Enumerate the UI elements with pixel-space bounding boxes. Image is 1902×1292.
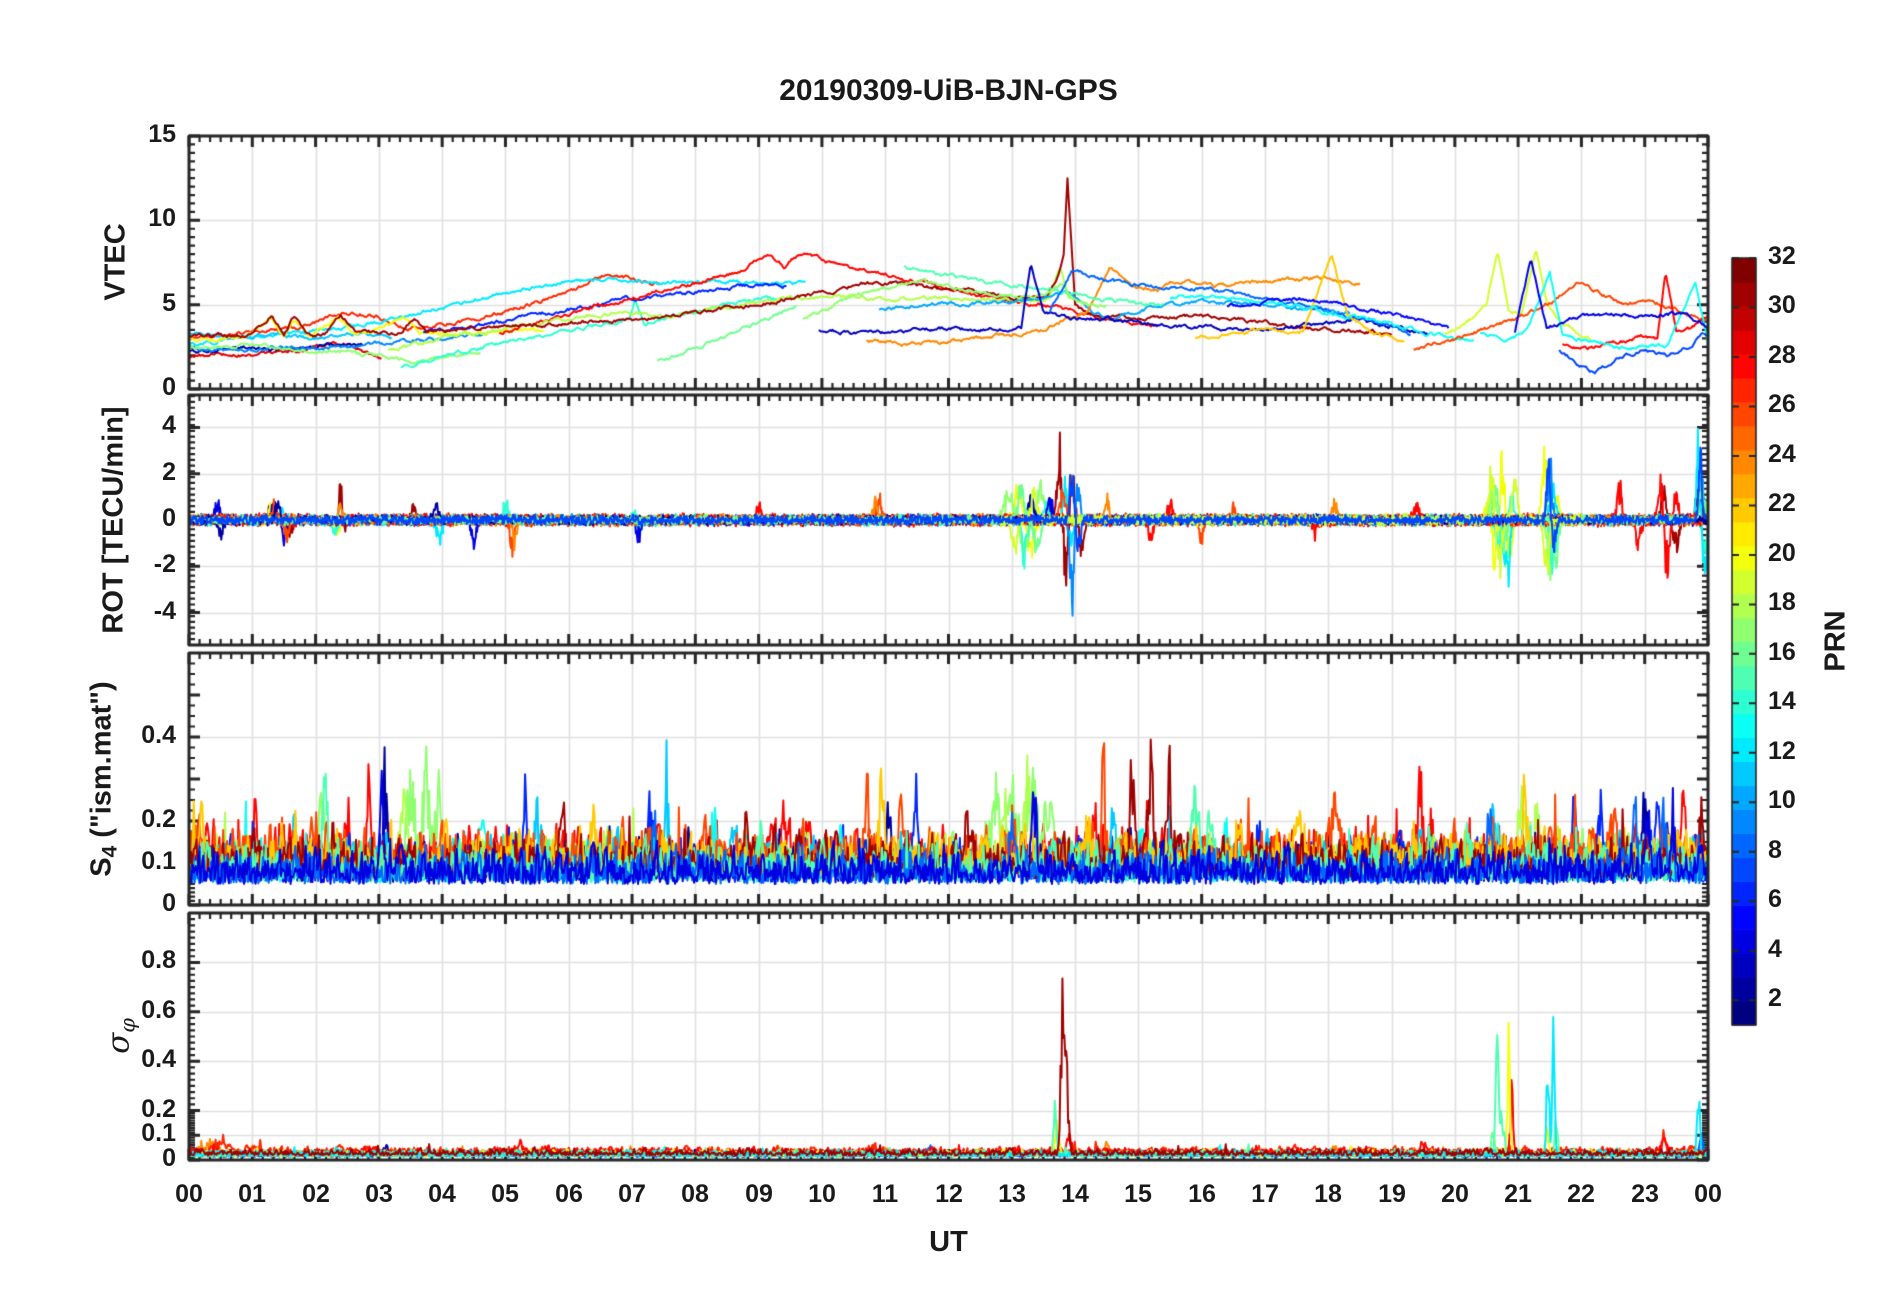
colorbar-tick-label: 8: [1768, 836, 1782, 864]
colorbar-tick-label: 20: [1768, 539, 1796, 567]
x-tick-label: 17: [1251, 1180, 1279, 1208]
colorbar-tick-label: 10: [1768, 786, 1796, 814]
x-tick-label: 09: [745, 1180, 773, 1208]
x-tick-label: 18: [1314, 1180, 1342, 1208]
y-tick-label: 0.2: [141, 1095, 176, 1123]
x-tick-label: 01: [238, 1180, 266, 1208]
x-tick-label: 23: [1631, 1180, 1659, 1208]
colorbar-tick-label: 18: [1768, 588, 1796, 616]
x-tick-label: 21: [1504, 1180, 1532, 1208]
plot-canvas: [0, 0, 1902, 1292]
y-tick-label: 0.6: [141, 996, 176, 1024]
colorbar-tick-label: 28: [1768, 341, 1796, 369]
x-tick-label: 08: [681, 1180, 709, 1208]
colorbar-tick-label: 26: [1768, 390, 1796, 418]
x-tick-label: 19: [1378, 1180, 1406, 1208]
y-tick-label: -2: [153, 550, 176, 578]
colorbar-tick-label: 30: [1768, 291, 1796, 319]
x-tick-label: 04: [428, 1180, 456, 1208]
y-tick-label: 0.8: [141, 946, 176, 974]
y-tick-label: 5: [162, 289, 176, 317]
xlabel: UT: [929, 1226, 968, 1258]
x-tick-label: 03: [365, 1180, 393, 1208]
x-tick-label: 14: [1061, 1180, 1089, 1208]
y-tick-label: 0: [162, 373, 176, 401]
colorbar-tick-label: 6: [1768, 885, 1782, 913]
x-tick-label: 06: [555, 1180, 583, 1208]
x-tick-label: 12: [935, 1180, 963, 1208]
colorbar-tick-label: 2: [1768, 984, 1782, 1012]
y-tick-label: 10: [148, 204, 176, 232]
x-tick-label: 20: [1441, 1180, 1469, 1208]
y-tick-label: 0: [162, 504, 176, 532]
x-tick-label: 05: [491, 1180, 519, 1208]
y-tick-label: 0.4: [141, 721, 176, 749]
x-tick-label: 00: [175, 1180, 203, 1208]
colorbar-tick-label: 16: [1768, 638, 1796, 666]
y-tick-label: 0.1: [141, 847, 176, 875]
x-tick-label: 11: [871, 1180, 899, 1208]
y-tick-label: 0: [162, 1144, 176, 1172]
y-tick-label: -4: [153, 597, 176, 625]
y-tick-label: 4: [162, 411, 176, 439]
y-tick-label: 15: [148, 120, 176, 148]
x-tick-label: 02: [302, 1180, 330, 1208]
x-tick-label: 07: [618, 1180, 646, 1208]
x-tick-label: 00: [1694, 1180, 1722, 1208]
y-tick-label: 0.4: [141, 1045, 176, 1073]
x-tick-label: 10: [808, 1180, 836, 1208]
colorbar-label: PRN: [1819, 610, 1852, 672]
colorbar-tick-label: 14: [1768, 687, 1796, 715]
x-tick-label: 16: [1188, 1180, 1216, 1208]
y-tick-label: 0: [162, 889, 176, 917]
chart-title: 20190309-UiB-BJN-GPS: [779, 74, 1118, 107]
figure: 20190309-UiB-BJN-GPS VTEC ROT [TECU/min]…: [0, 0, 1902, 1292]
x-tick-label: 22: [1567, 1180, 1595, 1208]
x-tick-label: 15: [1124, 1180, 1152, 1208]
colorbar-tick-label: 24: [1768, 440, 1796, 468]
colorbar-tick-label: 12: [1768, 737, 1796, 765]
x-tick-label: 13: [998, 1180, 1026, 1208]
y-tick-label: 2: [162, 458, 176, 486]
y-tick-label: 0.2: [141, 805, 176, 833]
colorbar-tick-label: 22: [1768, 489, 1796, 517]
colorbar-tick-label: 4: [1768, 935, 1782, 963]
colorbar-tick-label: 32: [1768, 242, 1796, 270]
